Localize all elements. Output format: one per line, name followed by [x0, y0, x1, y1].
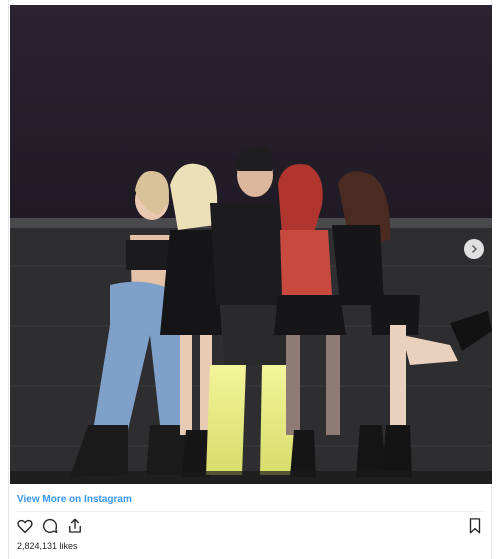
comment-button[interactable]	[40, 516, 60, 536]
bookmark-icon	[469, 518, 481, 534]
instagram-embed-card: View More on Instagram 2,824,131 likes	[8, 0, 492, 559]
post-photo[interactable]	[10, 5, 492, 484]
view-more-on-instagram-link[interactable]: View More on Instagram	[17, 494, 132, 505]
like-button[interactable]	[15, 516, 35, 536]
next-photo-button[interactable]	[464, 239, 484, 259]
share-button[interactable]	[65, 516, 85, 536]
heart-outline-icon	[17, 519, 33, 534]
share-upload-icon	[69, 518, 81, 533]
chevron-right-icon	[472, 245, 477, 253]
concert-stage-image	[10, 5, 492, 484]
likes-count: 2,824,131 likes	[17, 541, 78, 551]
divider	[17, 511, 483, 512]
post-actions	[15, 516, 85, 536]
save-button[interactable]	[465, 516, 485, 536]
comment-bubble-icon	[42, 518, 58, 534]
